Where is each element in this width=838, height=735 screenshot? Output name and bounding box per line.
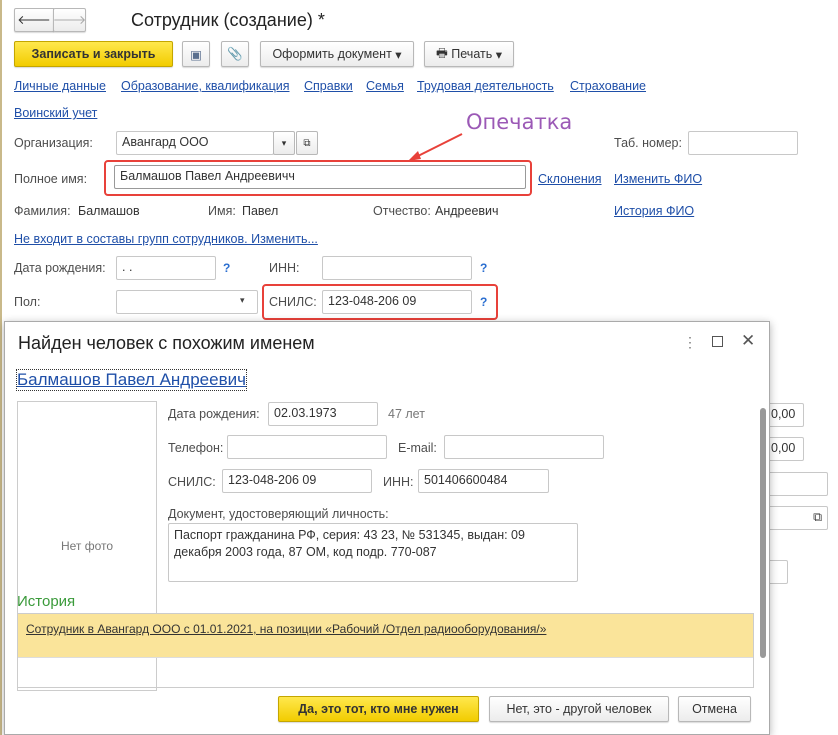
d-birth-label: Дата рождения: [168, 407, 260, 421]
d-age: 47 лет [388, 407, 425, 421]
d-snils-label: СНИЛС: [168, 475, 216, 489]
snils-label: СНИЛС: [269, 295, 317, 309]
surname-label: Фамилия: [14, 204, 71, 218]
d-phone-label: Телефон: [168, 441, 224, 455]
history-fio-link[interactable]: История ФИО [614, 204, 694, 218]
d-doc-label: Документ, удостоверяющий личность: [168, 507, 389, 521]
bg-field-1: 0,00 [768, 403, 804, 427]
surname-value: Балмашов [78, 204, 140, 218]
d-inn-field[interactable]: 501406600484 [418, 469, 549, 493]
birth-field[interactable]: . . [116, 256, 216, 280]
bg-field-3 [768, 472, 828, 496]
d-doc-field[interactable]: Паспорт гражданина РФ, серия: 43 23, № 5… [168, 523, 578, 582]
history-row[interactable]: Сотрудник в Авангард ООО с 01.01.2021, н… [18, 614, 753, 658]
declension-link[interactable]: Склонения [538, 172, 602, 186]
more-icon[interactable]: ⋮ [683, 334, 697, 351]
close-icon[interactable]: ✕ [741, 331, 755, 351]
org-label: Организация: [14, 136, 93, 150]
gender-label: Пол: [14, 295, 41, 309]
gender-dropdown-icon[interactable]: ▾ [240, 295, 245, 306]
d-phone-field[interactable] [227, 435, 387, 459]
org-field[interactable]: Авангард ООО [116, 131, 274, 155]
change-fio-link[interactable]: Изменить ФИО [614, 172, 702, 186]
snils-field[interactable]: 123-048-206 09 [322, 290, 472, 314]
birth-label: Дата рождения: [14, 261, 106, 275]
inn-help[interactable]: ? [480, 261, 487, 275]
d-inn-label: ИНН: [383, 475, 414, 489]
inn-label: ИНН: [269, 261, 300, 275]
snils-help[interactable]: ? [480, 295, 487, 309]
bg-field-4: ⧉ [768, 506, 828, 530]
d-email-label: E-mail: [398, 441, 437, 455]
cancel-button[interactable]: Отмена [678, 696, 751, 722]
history-list: Сотрудник в Авангард ООО с 01.01.2021, н… [17, 613, 754, 688]
bg-field-2: 0,00 [768, 437, 804, 461]
similar-person-dialog: Найден человек с похожим именем ⋮ ✕ Балм… [4, 321, 770, 735]
inn-field[interactable] [322, 256, 472, 280]
fullname-field[interactable]: Балмашов Павел Андреевичч [114, 165, 526, 189]
history-title: История [17, 593, 76, 610]
bg-field-5 [768, 560, 788, 584]
groups-link[interactable]: Не входит в составы групп сотрудников. И… [14, 232, 318, 246]
tab-number-field[interactable] [688, 131, 798, 155]
fullname-label: Полное имя: [14, 172, 88, 186]
birth-help[interactable]: ? [223, 261, 230, 275]
yes-button[interactable]: Да, это тот, кто мне нужен [278, 696, 479, 722]
patronymic-value: Андреевич [435, 204, 499, 218]
org-open-icon[interactable]: ⧉ [296, 131, 318, 155]
dialog-title: Найден человек с похожим именем [18, 333, 315, 353]
gender-select[interactable] [116, 290, 258, 314]
name-value: Павел [242, 204, 279, 218]
person-link[interactable]: Балмашов Павел Андреевич [16, 369, 247, 391]
d-birth-field[interactable]: 02.03.1973 [268, 402, 378, 426]
maximize-icon[interactable] [712, 336, 723, 347]
no-photo-label: Нет фото [60, 539, 114, 553]
patronymic-label: Отчество: [373, 204, 431, 218]
name-label: Имя: [208, 204, 236, 218]
d-snils-field[interactable]: 123-048-206 09 [222, 469, 372, 493]
no-button[interactable]: Нет, это - другой человек [489, 696, 669, 722]
org-dropdown[interactable]: ▾ [273, 131, 295, 155]
d-email-field[interactable] [444, 435, 604, 459]
tab-number-label: Таб. номер: [614, 136, 682, 150]
scrollbar[interactable] [758, 388, 768, 678]
history-item-link[interactable]: Сотрудник в Авангард ООО с 01.01.2021, н… [26, 622, 546, 636]
